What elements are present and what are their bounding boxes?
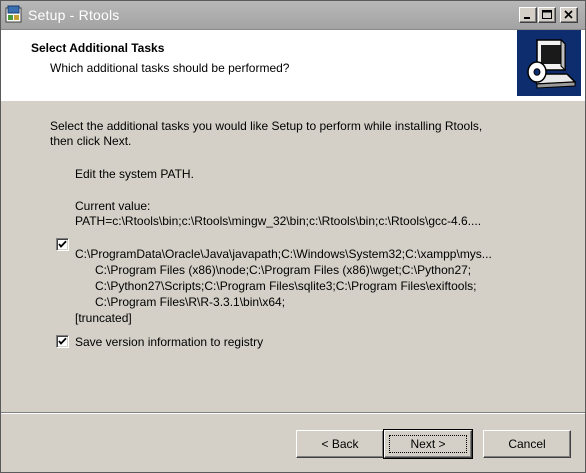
- setup-wizard-logo-icon: [517, 30, 581, 96]
- minimize-icon: [524, 17, 530, 19]
- minimize-button[interactable]: [519, 7, 537, 23]
- wizard-header: Select Additional Tasks Which additional…: [1, 30, 585, 101]
- current-value-label: Current value:: [75, 199, 151, 213]
- path-task-line-3[interactable]: C:\Python27\Scripts;C:\Program Files\sql…: [95, 279, 476, 293]
- page-title: Select Additional Tasks: [31, 41, 165, 55]
- save-registry-checkbox[interactable]: [56, 335, 69, 348]
- path-task-line-1[interactable]: C:\ProgramData\Oracle\Java\javapath;C:\W…: [75, 247, 492, 261]
- footer-divider: [1, 412, 585, 414]
- page-subtitle: Which additional tasks should be perform…: [50, 61, 290, 75]
- checkmark-icon: [58, 337, 67, 345]
- next-button[interactable]: Next >: [383, 429, 473, 459]
- edit-path-label: Edit the system PATH.: [75, 167, 194, 181]
- edit-path-checkbox[interactable]: [56, 238, 69, 251]
- setup-window: Setup - Rtools Select Additional Tasks W…: [0, 0, 586, 473]
- path-task-line-4[interactable]: C:\Program Files\R\R-3.3.1\bin\x64;: [95, 295, 285, 309]
- save-registry-label[interactable]: Save version information to registry: [75, 335, 263, 349]
- instructions-text: Select the additional tasks you would li…: [50, 119, 560, 149]
- path-task-line-2[interactable]: C:\Program Files (x86)\node;C:\Program F…: [95, 263, 471, 277]
- title-bar[interactable]: Setup - Rtools: [1, 1, 585, 30]
- window-title: Setup - Rtools: [28, 7, 120, 23]
- current-path-value: PATH=c:\Rtools\bin;c:\Rtools\mingw_32\bi…: [75, 214, 482, 228]
- setup-app-icon: [5, 5, 23, 24]
- checkmark-icon: [58, 240, 67, 248]
- cancel-button[interactable]: Cancel: [483, 430, 571, 458]
- instructions-line-2: then click Next.: [50, 134, 132, 148]
- back-button[interactable]: < Back: [296, 430, 384, 458]
- path-task-truncated: [truncated]: [75, 311, 132, 325]
- instructions-line-1: Select the additional tasks you would li…: [50, 119, 483, 133]
- maximize-icon: [542, 10, 552, 19]
- close-icon: [564, 10, 573, 19]
- close-button[interactable]: [560, 7, 578, 23]
- header-divider: [1, 100, 585, 101]
- maximize-button[interactable]: [538, 7, 556, 23]
